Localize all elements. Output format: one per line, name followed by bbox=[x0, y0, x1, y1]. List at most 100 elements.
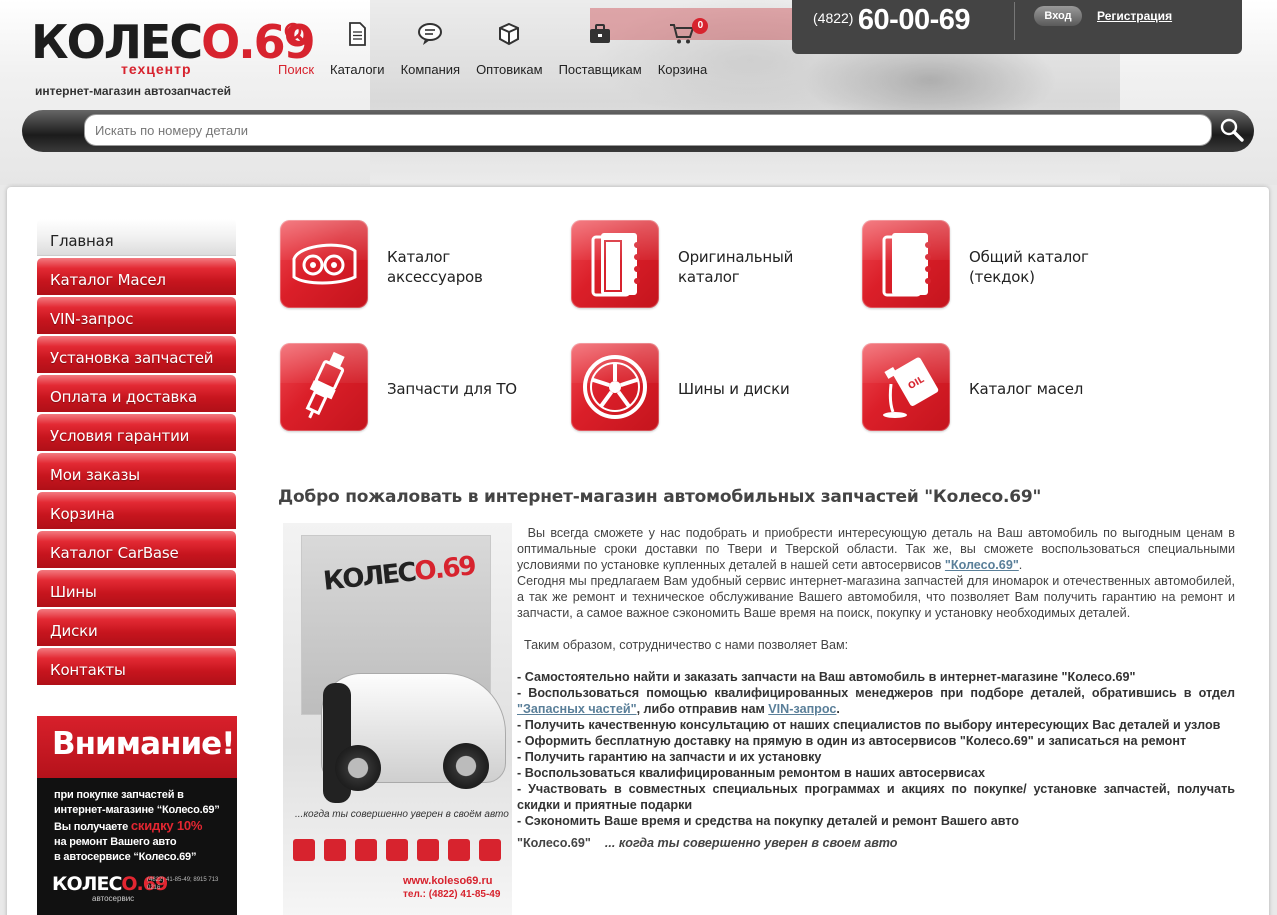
nav-catalogs[interactable]: Каталоги bbox=[330, 20, 385, 82]
benefit-item: - Получить гарантию на запчасти и их уст… bbox=[517, 750, 822, 764]
search-input[interactable] bbox=[84, 114, 1212, 146]
promo-title: Внимание! bbox=[52, 726, 235, 762]
tile-label: Шины и диски bbox=[678, 380, 790, 398]
chat-icon bbox=[416, 20, 444, 48]
nav-suppliers[interactable]: Поставщикам bbox=[559, 20, 642, 82]
nav-suppliers-label: Поставщикам bbox=[558, 62, 642, 77]
headlight-icon bbox=[280, 220, 368, 308]
promo-header: Внимание! bbox=[37, 716, 237, 778]
search-icon bbox=[282, 20, 310, 48]
main-content: Главная Каталог Масел VIN-запрос Установ… bbox=[7, 187, 1269, 915]
sidebar-item-parts-installation[interactable]: Установка запчастей bbox=[37, 336, 236, 375]
site-logo[interactable]: КОЛЕСО.69 техцентр интернет-магазин авто… bbox=[31, 12, 316, 102]
nav-cart-label: Корзина bbox=[657, 62, 708, 77]
tile-tires-rims[interactable]: Шины и диски bbox=[571, 343, 831, 433]
poster-wheel bbox=[335, 745, 381, 791]
sidebar-item-my-orders[interactable]: Мои заказы bbox=[37, 453, 236, 492]
logo-tagline: интернет-магазин автозапчастей bbox=[35, 84, 232, 98]
nav-search[interactable]: Поиск bbox=[278, 20, 314, 82]
poster-slogan: ...когда ты совершенно уверен в своём ав… bbox=[295, 809, 509, 820]
benefit-item: - Участвовать в совместных специальных п… bbox=[517, 782, 1235, 812]
sidebar-item-label: Шины bbox=[50, 583, 97, 601]
poster-wheel bbox=[443, 743, 489, 789]
spare-parts-link[interactable]: "Запасных частей" bbox=[517, 702, 637, 716]
nav-cart[interactable]: 0 Корзина bbox=[657, 18, 709, 82]
nav-company-label: Компания bbox=[400, 62, 461, 77]
login-button[interactable]: Вход bbox=[1034, 6, 1082, 26]
sidebar-item-label: Каталог Масел bbox=[50, 271, 166, 289]
benefit-item: - Оформить бесплатную доставку на прямую… bbox=[517, 734, 1187, 748]
tile-accessories-catalog[interactable]: Каталог аксессуаров bbox=[280, 220, 540, 310]
nav-company[interactable]: Компания bbox=[400, 20, 461, 82]
sidebar-item-label: Диски bbox=[50, 622, 98, 640]
sidebar-item-tires[interactable]: Шины bbox=[37, 570, 236, 609]
phone-number[interactable]: (4822) 60-00-69 bbox=[813, 4, 971, 37]
sidebar-item-warranty[interactable]: Условия гарантии bbox=[37, 414, 236, 453]
poster-phone: тел.: (4822) 41-85-49 bbox=[403, 889, 501, 900]
nav-catalogs-label: Каталоги bbox=[330, 62, 385, 77]
sidebar-item-label: Установка запчастей bbox=[50, 349, 214, 367]
store-poster-image: КОЛЕСО.69 ...когда ты совершенно уверен … bbox=[283, 523, 512, 915]
search-icon bbox=[1220, 118, 1244, 142]
sidebar-item-label: Главная bbox=[50, 232, 114, 250]
sidebar-item-label: Корзина bbox=[50, 505, 115, 523]
spark-plug-icon bbox=[280, 343, 368, 431]
page-title: Добро пожаловать в интернет-магазин авто… bbox=[278, 487, 1042, 507]
promo-logo-subtitle: автосервис bbox=[92, 894, 135, 903]
divider bbox=[1014, 2, 1015, 40]
sidebar-item-oil-catalog[interactable]: Каталог Масел bbox=[37, 258, 236, 297]
cart-count-badge: 0 bbox=[692, 18, 709, 34]
sidebar-item-vin-request[interactable]: VIN-запрос bbox=[37, 297, 236, 336]
nav-wholesale-label: Оптовикам bbox=[476, 62, 543, 77]
tile-label: Каталог аксессуаров bbox=[387, 248, 483, 286]
sidebar-item-home[interactable]: Главная bbox=[37, 219, 236, 258]
sidebar-item-label: Каталог CarBase bbox=[50, 544, 179, 562]
koleso-link[interactable]: "Колесо.69" bbox=[945, 558, 1019, 572]
tile-general-catalog[interactable]: Общий каталог (текдок) bbox=[862, 220, 1122, 310]
wheel-icon bbox=[571, 343, 659, 431]
benefit-item: - Воспользоваться квалифицированным ремо… bbox=[517, 766, 986, 780]
sidebar-item-contacts[interactable]: Контакты bbox=[37, 648, 236, 687]
book-icon bbox=[862, 220, 950, 308]
article-signature: "Колесо.69"... когда ты совершенно увере… bbox=[517, 836, 898, 850]
sidebar-menu: Главная Каталог Масел VIN-запрос Установ… bbox=[37, 219, 236, 687]
original-book-icon bbox=[571, 220, 659, 308]
tile-maintenance-parts[interactable]: Запчасти для ТО bbox=[280, 343, 540, 433]
benefit-item: - Самостоятельно найти и заказать запчас… bbox=[517, 670, 1136, 684]
sidebar-item-carbase[interactable]: Каталог CarBase bbox=[37, 531, 236, 570]
cart-icon: 0 bbox=[668, 18, 709, 48]
sidebar-item-payment-delivery[interactable]: Оплата и доставка bbox=[37, 375, 236, 414]
sidebar-item-rims[interactable]: Диски bbox=[37, 609, 236, 648]
promo-banner[interactable]: Внимание! при покупке запчастей в интерн… bbox=[37, 716, 237, 915]
nav-wholesale[interactable]: Оптовикам bbox=[476, 20, 543, 82]
welcome-article: Вы всегда сможете у нас подобрать и прио… bbox=[517, 525, 1235, 851]
register-link[interactable]: Регистрация bbox=[1097, 9, 1172, 23]
promo-contacts: (4822) 41-85-49; 8915 713 0216 bbox=[147, 877, 219, 891]
tile-label: Оригинальный каталог bbox=[678, 248, 794, 286]
tile-original-catalog[interactable]: Оригинальный каталог bbox=[571, 220, 831, 310]
search-button[interactable] bbox=[1217, 115, 1247, 145]
article-paragraph: Сегодня мы предлагаем Вам удобный сервис… bbox=[517, 574, 1235, 620]
sidebar-item-label: Мои заказы bbox=[50, 466, 140, 484]
poster-website: www.koleso69.ru bbox=[403, 875, 493, 887]
vin-request-link[interactable]: VIN-запрос bbox=[768, 702, 836, 716]
sidebar-item-label: Условия гарантии bbox=[50, 427, 190, 445]
briefcase-icon bbox=[586, 20, 614, 48]
benefit-item: - Получить качественную консультацию от … bbox=[517, 718, 1221, 732]
benefit-item: - Воспользоваться помощью квалифицирован… bbox=[517, 686, 1235, 716]
logo-subtitle: техцентр bbox=[121, 61, 192, 77]
box-icon bbox=[495, 20, 523, 48]
search-bar bbox=[22, 110, 1254, 152]
article-paragraph: Вы всегда сможете у нас подобрать и прио… bbox=[517, 526, 1235, 572]
benefit-item: - Сэкономить Ваше время и средства на по… bbox=[517, 814, 1019, 828]
sidebar-item-label: Оплата и доставка bbox=[50, 388, 198, 406]
poster-service-icons bbox=[293, 839, 510, 861]
sidebar-item-cart[interactable]: Корзина bbox=[37, 492, 236, 531]
article-lead: Таким образом, сотрудничество с нами поз… bbox=[524, 638, 849, 652]
tile-label: Общий каталог (текдок) bbox=[969, 248, 1089, 286]
oil-can-icon: OIL bbox=[862, 343, 950, 431]
tile-oil-catalog[interactable]: OIL Каталог масел bbox=[862, 343, 1122, 433]
promo-text: при покупке запчастей в интернет-магазин… bbox=[54, 789, 220, 863]
nav-search-label: Поиск bbox=[278, 62, 315, 77]
tile-label: Запчасти для ТО bbox=[387, 380, 517, 398]
